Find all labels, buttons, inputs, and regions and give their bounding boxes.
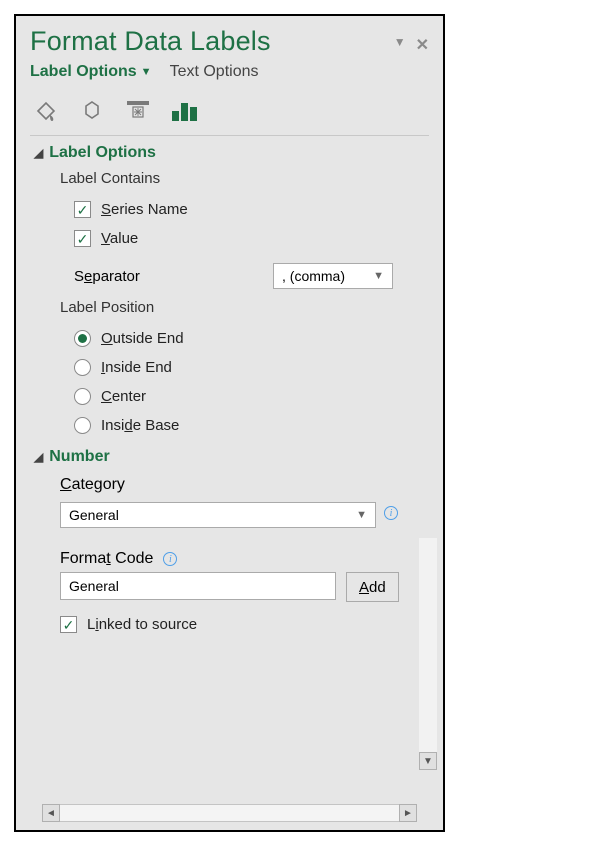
collapse-icon: ◢ xyxy=(34,450,43,464)
radio-inside-end[interactable] xyxy=(74,359,91,376)
task-pane-options-icon[interactable]: ▼ xyxy=(394,35,406,55)
scroll-left-button[interactable]: ◄ xyxy=(42,804,60,822)
collapse-icon: ◢ xyxy=(34,146,43,160)
section-title: Label Options xyxy=(49,144,156,162)
format-code-input-wrap: General Add xyxy=(60,568,429,602)
category-select-wrap: General ▼ i xyxy=(60,498,429,528)
close-icon[interactable]: ✕ xyxy=(416,35,429,55)
input-value: General xyxy=(69,578,119,594)
label-options-body: Label Contains ✓ Series Name ✓ Value Sep… xyxy=(16,166,443,440)
chevron-down-icon: ▼ xyxy=(141,66,152,78)
radio-inside-base-row: Inside Base xyxy=(60,411,429,440)
tab-label: Label Options xyxy=(30,63,137,81)
checkbox-series-name-row: ✓ Series Name xyxy=(60,195,429,224)
info-icon[interactable]: i xyxy=(384,506,398,520)
check-icon: ✓ xyxy=(63,618,75,632)
scroll-down-button[interactable]: ▼ xyxy=(419,752,437,770)
label-contains-heading: Label Contains xyxy=(60,166,429,195)
section-number-header[interactable]: ◢ Number xyxy=(16,440,443,470)
number-body: Category General ▼ i Format Code i Gener… xyxy=(16,470,443,639)
label-position-heading: Label Position xyxy=(60,295,429,324)
category-select[interactable]: General ▼ xyxy=(60,502,376,528)
pane-title: Format Data Labels xyxy=(30,26,394,57)
checkbox-linked-to-source[interactable]: ✓ xyxy=(60,616,77,633)
title-controls: ▼ ✕ xyxy=(394,35,429,55)
format-data-labels-pane: Format Data Labels ▼ ✕ Label Options ▼ T… xyxy=(14,14,445,832)
separator-label: Separator xyxy=(74,268,140,285)
separator-select[interactable]: , (comma) ▼ xyxy=(273,263,393,289)
radio-inside-base[interactable] xyxy=(74,417,91,434)
scroll-right-button[interactable]: ► xyxy=(399,804,417,822)
tab-text-options[interactable]: Text Options xyxy=(170,63,259,81)
checkbox-label: Value xyxy=(101,230,138,247)
checkbox-series-name[interactable]: ✓ xyxy=(74,201,91,218)
radio-label: Outside End xyxy=(101,330,184,347)
titlebar: Format Data Labels ▼ ✕ xyxy=(16,16,443,57)
radio-outside-end-row: Outside End xyxy=(60,324,429,353)
radio-dot xyxy=(78,334,87,343)
top-tabs: Label Options ▼ Text Options xyxy=(16,57,443,85)
tab-label-options[interactable]: Label Options ▼ xyxy=(30,63,152,81)
effects-icon[interactable] xyxy=(76,95,108,127)
separator-row: Separator , (comma) ▼ xyxy=(60,253,429,295)
radio-outside-end[interactable] xyxy=(74,330,91,347)
radio-center-row: Center xyxy=(60,382,429,411)
category-label-row: Category xyxy=(60,470,429,498)
radio-label: Center xyxy=(101,388,146,405)
label-options-icon[interactable] xyxy=(168,95,200,127)
format-code-label-row: Format Code i xyxy=(60,528,429,568)
checkbox-linked-row: ✓ Linked to source xyxy=(60,610,429,639)
section-label-options-header[interactable]: ◢ Label Options xyxy=(16,136,443,166)
radio-label: Inside Base xyxy=(101,417,179,434)
add-button[interactable]: Add xyxy=(346,572,399,602)
checkbox-value[interactable]: ✓ xyxy=(74,230,91,247)
check-icon: ✓ xyxy=(77,232,89,246)
radio-center[interactable] xyxy=(74,388,91,405)
radio-label: Inside End xyxy=(101,359,172,376)
checkbox-label: Linked to source xyxy=(87,616,197,633)
format-code-input[interactable]: General xyxy=(60,572,336,600)
size-properties-icon[interactable] xyxy=(122,95,154,127)
checkbox-label: Series Name xyxy=(101,201,188,218)
vertical-scrollbar[interactable]: ▼ xyxy=(419,538,437,770)
chevron-down-icon: ▼ xyxy=(356,509,367,521)
category-icon-row xyxy=(16,85,443,135)
fill-line-icon[interactable] xyxy=(30,95,62,127)
section-title: Number xyxy=(49,448,109,466)
radio-inside-end-row: Inside End xyxy=(60,353,429,382)
tab-label: Text Options xyxy=(170,63,259,81)
select-value: , (comma) xyxy=(282,268,345,284)
chevron-down-icon: ▼ xyxy=(373,270,384,282)
horizontal-scrollbar[interactable]: ◄ ► xyxy=(42,804,417,822)
category-label: Category xyxy=(60,476,125,493)
check-icon: ✓ xyxy=(77,203,89,217)
info-icon[interactable]: i xyxy=(163,552,177,566)
checkbox-value-row: ✓ Value xyxy=(60,224,429,253)
format-code-label: Format Code xyxy=(60,550,153,568)
select-value: General xyxy=(69,507,119,523)
